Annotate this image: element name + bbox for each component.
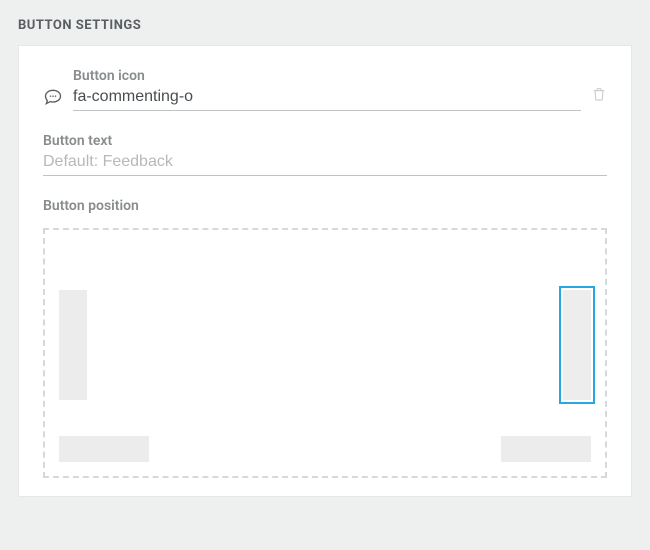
button-icon-label: Button icon xyxy=(73,68,581,84)
button-icon-field: Button icon xyxy=(43,68,607,111)
position-option-left-middle[interactable] xyxy=(59,290,87,400)
position-option-bottom-left[interactable] xyxy=(59,436,149,462)
commenting-icon xyxy=(43,87,63,111)
button-text-field: Button text xyxy=(43,133,607,176)
button-position-stage xyxy=(43,228,607,478)
button-text-input[interactable] xyxy=(43,151,607,176)
section-title: BUTTON SETTINGS xyxy=(18,18,632,33)
button-position-field: Button position xyxy=(43,198,607,478)
button-text-label: Button text xyxy=(43,133,607,149)
position-option-right-middle[interactable] xyxy=(563,290,591,400)
trash-icon[interactable] xyxy=(591,85,607,111)
button-icon-input[interactable] xyxy=(73,86,581,111)
position-option-bottom-right[interactable] xyxy=(501,436,591,462)
button-position-label: Button position xyxy=(43,198,607,214)
settings-panel: Button icon Button text Button position xyxy=(18,45,632,497)
